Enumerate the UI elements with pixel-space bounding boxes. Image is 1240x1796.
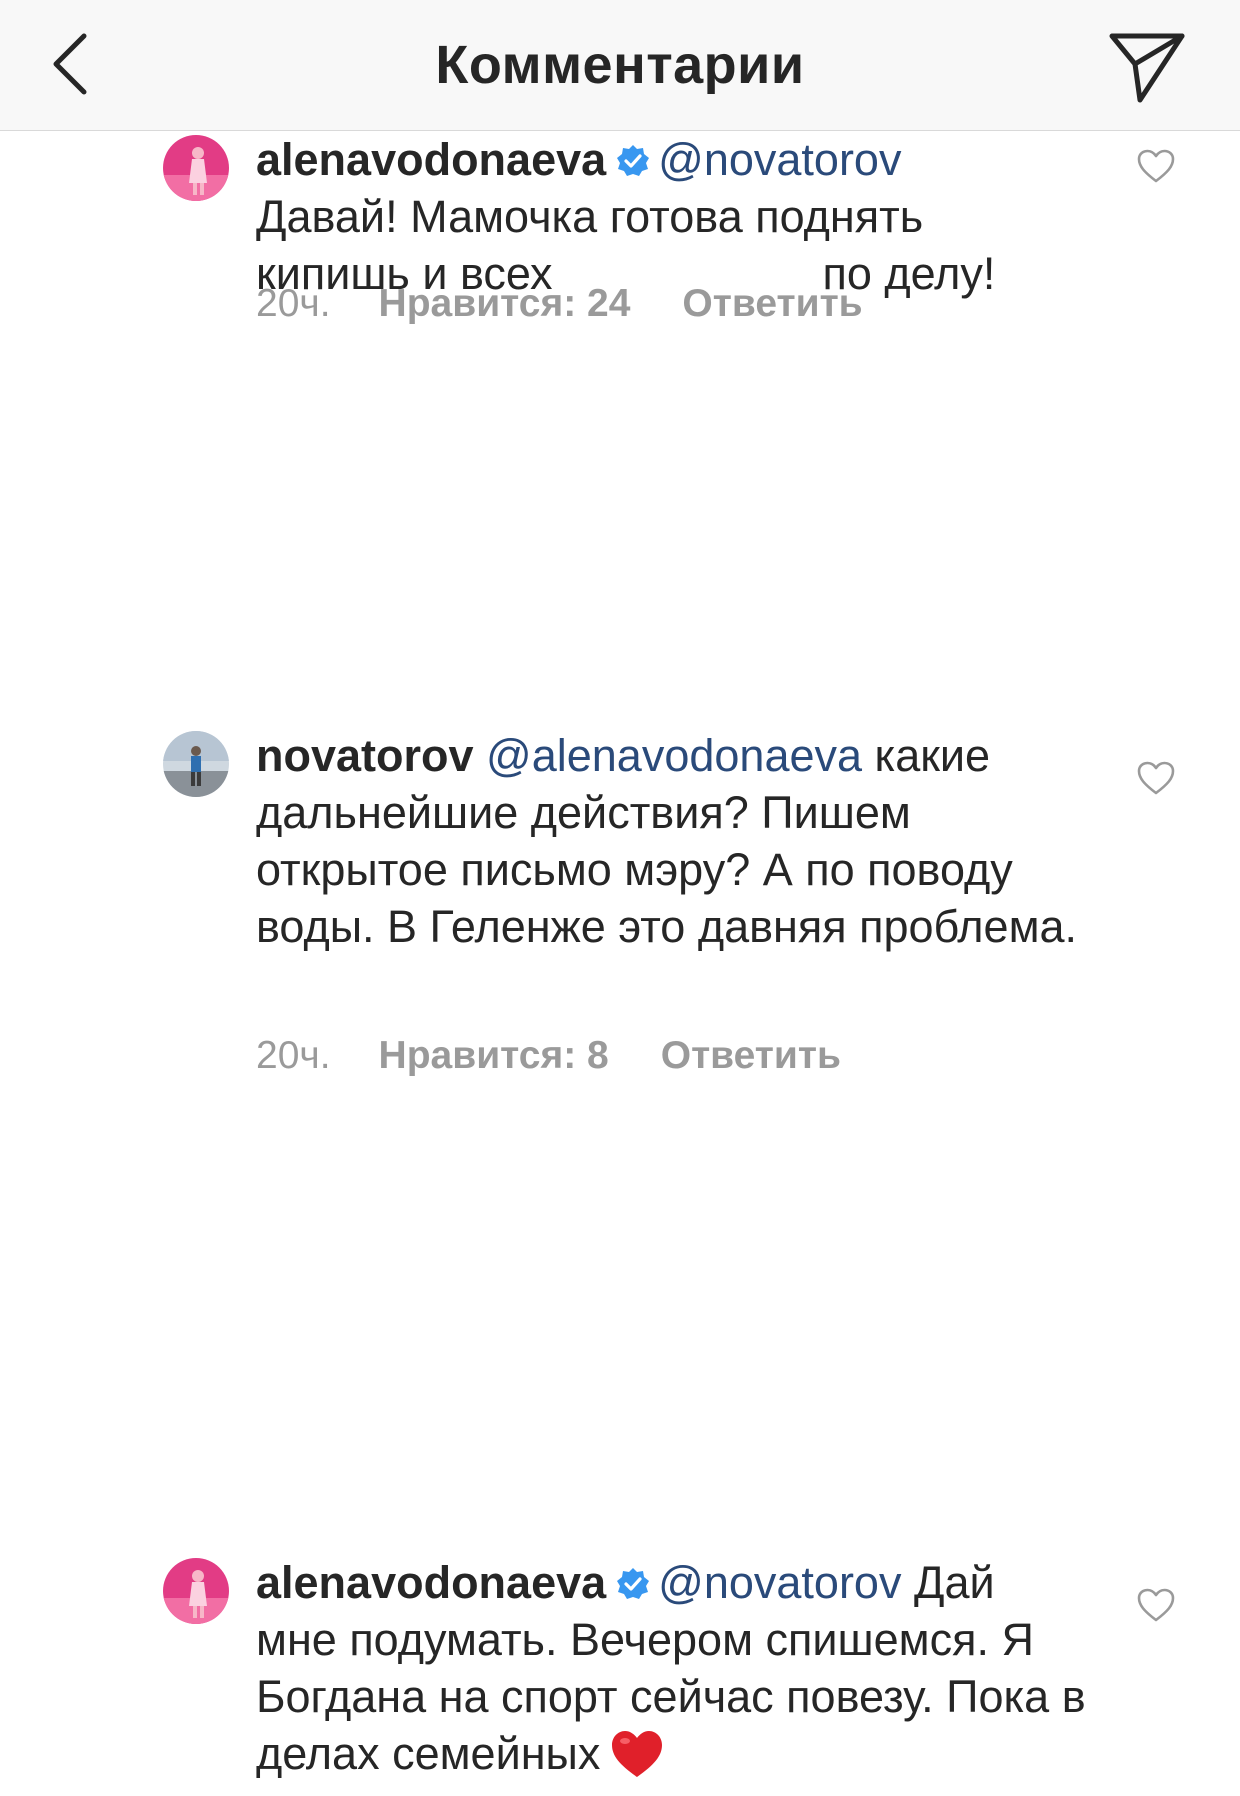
verified-badge-icon <box>617 145 650 176</box>
mention-link[interactable]: @novatorov <box>658 134 901 185</box>
red-heart-emoji-icon <box>612 1731 663 1777</box>
comment-text-inline: какие <box>862 730 991 781</box>
like-heart-icon[interactable] <box>1136 1587 1176 1623</box>
comment-text-rest: дальнейшие действия? Пишем открытое пись… <box>256 787 1078 952</box>
top-bar: Комментарии <box>0 0 1240 131</box>
likes-count[interactable]: Нравится: 24 <box>379 281 631 327</box>
comment-text-rest: мне подумать. Вечером спишемся. Я Богдан… <box>256 1614 1086 1779</box>
avatar[interactable] <box>163 731 229 797</box>
avatar[interactable] <box>163 1558 229 1624</box>
like-heart-icon[interactable] <box>1136 760 1176 796</box>
comment-text-inline: Дай <box>901 1557 995 1608</box>
share-button[interactable] <box>1104 24 1190 110</box>
comment-username[interactable]: alenavodonaeva <box>256 1557 606 1608</box>
comment-time: 20ч. <box>256 282 331 325</box>
verified-badge-icon <box>617 1568 650 1599</box>
comment-line: Давай! Мамочка готова поднять <box>256 191 924 242</box>
comment-username[interactable]: alenavodonaeva <box>256 134 606 185</box>
comment-username[interactable]: novatorov <box>256 730 474 781</box>
mention-link[interactable]: @alenavodonaeva <box>486 730 862 781</box>
paper-plane-icon <box>1109 33 1185 103</box>
avatar[interactable] <box>163 135 229 201</box>
likes-count[interactable]: Нравится: 8 <box>379 1033 609 1079</box>
reply-button[interactable]: Ответить <box>682 281 862 327</box>
comment-meta: 20ч. Нравится: 8 Ответить <box>256 1033 841 1079</box>
comment-text: alenavodonaeva @novatorov Давай! Мамочка… <box>256 131 1086 302</box>
page-title: Комментарии <box>435 35 805 95</box>
comment-text: alenavodonaeva @novatorov Дай мне подума… <box>256 1554 1086 1782</box>
reply-button[interactable]: Ответить <box>661 1033 841 1079</box>
mention-link[interactable]: @novatorov <box>658 1557 901 1608</box>
comment-time: 20ч. <box>256 1034 331 1077</box>
comment-text: novatorov @alenavodonaeva какие дальнейш… <box>256 727 1086 955</box>
comment-meta: 20ч. Нравится: 24 Ответить <box>256 281 863 327</box>
like-heart-icon[interactable] <box>1136 148 1176 184</box>
